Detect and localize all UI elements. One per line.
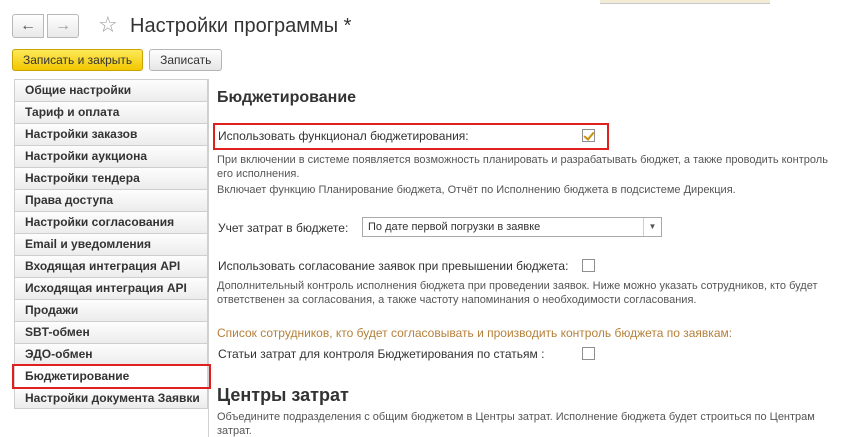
cost-centers-title: Центры затрат: [217, 385, 349, 405]
save-and-close-button[interactable]: Записать и закрыть: [12, 49, 144, 71]
save-button[interactable]: Записать: [149, 49, 223, 71]
favorite-star-icon[interactable]: ☆: [98, 11, 118, 39]
budgeting-settings-panel: Бюджетирование Использовать функционал б…: [213, 79, 842, 437]
top-strip: [0, 0, 842, 8]
articles-control-checkbox[interactable]: [582, 347, 595, 360]
approval-over-budget-checkbox[interactable]: [582, 259, 595, 272]
sidebar-item-sales[interactable]: Продажи: [14, 299, 208, 321]
use-budgeting-highlight: [213, 123, 609, 150]
sidebar-item-access-rights[interactable]: Права доступа: [14, 189, 208, 211]
budgeting-functions-description: Включает функцию Планирование бюджета, О…: [217, 184, 736, 196]
active-tab-indicator: [600, 0, 770, 4]
sidebar-item-general[interactable]: Общие настройки: [14, 79, 208, 101]
employees-list-link[interactable]: Список сотрудников, кто будет согласовыв…: [217, 326, 732, 340]
sidebar-item-sbt-exchange[interactable]: SBT-обмен: [14, 321, 208, 343]
use-budgeting-description: При включении в системе появляется возмо…: [217, 154, 828, 180]
cost-accounting-value: По дате первой погрузки в заявке: [368, 221, 541, 233]
cost-accounting-row: Учет затрат в бюджете: По дате первой по…: [217, 217, 667, 237]
cost-accounting-label: Учет затрат в бюджете:: [218, 221, 349, 235]
page-title: Настройки программы *: [130, 15, 352, 37]
section-title: Бюджетирование: [217, 89, 357, 106]
approval-over-budget-row: Использовать согласование заявок при пре…: [217, 257, 617, 277]
title-bar: ← → ☆ Настройки программы *: [0, 8, 842, 44]
sidebar-item-incoming-api[interactable]: Входящая интеграция API: [14, 255, 208, 277]
sidebar-item-tariff[interactable]: Тариф и оплата: [14, 101, 208, 123]
cost-accounting-select[interactable]: По дате первой погрузки в заявке ▼: [362, 217, 662, 237]
back-button[interactable]: ←: [12, 14, 44, 38]
approval-description: Дополнительный контроль исполнения бюдже…: [217, 280, 818, 306]
sidebar-item-approval[interactable]: Настройки согласования: [14, 211, 208, 233]
dropdown-arrow-icon[interactable]: ▼: [643, 218, 661, 236]
cost-centers-description: Объедините подразделения с общим бюджето…: [217, 411, 815, 437]
selected-item-highlight: [12, 364, 211, 389]
articles-control-row: Статьи затрат для контроля Бюджетировани…: [217, 345, 617, 365]
sidebar-item-edo-exchange[interactable]: ЭДО-обмен: [14, 343, 208, 365]
articles-control-label: Статьи затрат для контроля Бюджетировани…: [218, 347, 545, 361]
sidebar-item-email[interactable]: Email и уведомления: [14, 233, 208, 255]
sidebar-item-tender[interactable]: Настройки тендера: [14, 167, 208, 189]
sidebar-item-request-document[interactable]: Настройки документа Заявки: [14, 387, 208, 409]
forward-button[interactable]: →: [47, 14, 79, 38]
sidebar-item-orders[interactable]: Настройки заказов: [14, 123, 208, 145]
sidebar-item-auction[interactable]: Настройки аукциона: [14, 145, 208, 167]
approval-over-budget-label: Использовать согласование заявок при пре…: [218, 259, 569, 273]
arrow-right-icon: →: [55, 17, 71, 34]
arrow-left-icon: ←: [20, 17, 36, 34]
toolbar: Записать и закрыть Записать: [12, 49, 223, 71]
sidebar-item-outgoing-api[interactable]: Исходящая интеграция API: [14, 277, 208, 299]
